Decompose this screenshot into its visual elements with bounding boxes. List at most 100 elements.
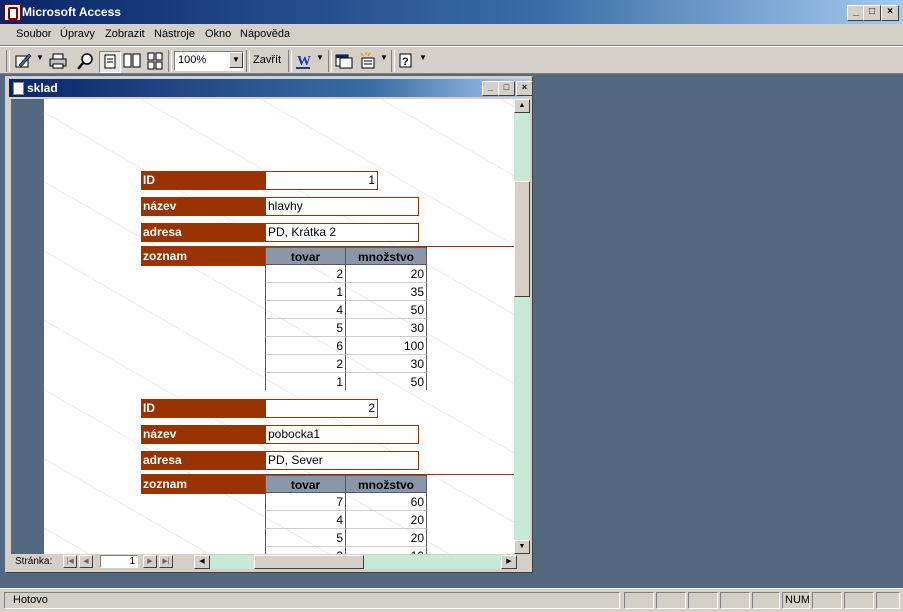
cell-tovar: 1	[265, 373, 346, 390]
subreport-items: tovar množstvo 760 420 520 310	[265, 475, 427, 554]
close-preview-button[interactable]: Zavřít	[253, 54, 281, 74]
new-object-dropdown-icon[interactable]: ▼	[380, 53, 388, 73]
toolbar-separator	[328, 50, 332, 72]
horizontal-scrollbar[interactable]: ◀ ▶	[194, 555, 517, 569]
child-maximize-button[interactable]: □	[498, 81, 515, 96]
close-button[interactable]: ×	[881, 5, 899, 21]
previous-page-icon[interactable]: ◀	[79, 555, 93, 568]
subreport-header-tovar: tovar	[265, 475, 346, 493]
field-value-name: pobocka1	[265, 425, 419, 444]
office-links-dropdown-icon[interactable]: ▼	[316, 53, 324, 73]
page-number-input[interactable]: 1	[100, 555, 138, 568]
cell-mnozstvo: 35	[346, 283, 427, 301]
field-value-id: 1	[265, 171, 378, 190]
vertical-scroll-thumb[interactable]	[514, 181, 530, 297]
subreport-row: 7 60	[265, 493, 427, 511]
cell-tovar: 1	[265, 283, 346, 301]
design-view-dropdown-icon[interactable]: ▼	[36, 53, 44, 73]
child-minimize-button[interactable]: _	[482, 81, 499, 96]
zoom-dropdown-icon[interactable]: ▼	[229, 52, 243, 68]
word-icon[interactable]: W	[294, 51, 314, 71]
cell-mnozstvo: 60	[346, 493, 427, 511]
help-dropdown-icon[interactable]: ▼	[419, 53, 427, 73]
field-label-list: zoznam	[141, 475, 265, 494]
multiple-pages-icon[interactable]	[145, 51, 165, 71]
cell-tovar: 5	[265, 529, 346, 547]
status-pane	[844, 592, 874, 609]
field-value-id: 2	[265, 399, 378, 418]
subreport-row: 6 100	[265, 337, 427, 355]
zoom-icon[interactable]	[76, 51, 96, 71]
database-window-icon[interactable]	[334, 51, 354, 71]
menu-napoveda[interactable]: Nápověda	[240, 28, 290, 40]
svg-text:W: W	[297, 54, 311, 69]
subreport-header-mnozstvo: množstvo	[345, 475, 427, 493]
status-pane	[752, 592, 780, 609]
cell-mnozstvo: 20	[346, 511, 427, 529]
cell-mnozstvo: 30	[346, 355, 427, 373]
zoom-value: 100%	[178, 54, 207, 66]
menu-soubor[interactable]: Soubor	[16, 28, 51, 40]
maximize-button[interactable]: □	[863, 5, 881, 21]
page-label: Stránka:	[15, 556, 53, 567]
menu-bar: Soubor Úpravy Zobrazit Nástroje Okno Náp…	[0, 24, 903, 46]
num-lock-indicator: NUM	[782, 592, 810, 609]
horizontal-scroll-thumb[interactable]	[254, 555, 364, 569]
two-pages-icon[interactable]	[122, 51, 142, 71]
scroll-up-icon[interactable]: ▲	[514, 99, 530, 113]
vertical-scrollbar[interactable]: ▲ ▼	[514, 99, 530, 554]
scroll-left-icon[interactable]: ◀	[194, 555, 210, 569]
report-page[interactable]: ID 1 název hlavhy adresa PD, Krátka 2 zo…	[44, 99, 514, 554]
report-window-title-bar[interactable]: sklad _ □ ×	[9, 79, 533, 97]
status-pane	[688, 592, 718, 609]
toolbar-separator	[246, 50, 250, 72]
help-icon[interactable]: ?	[397, 51, 417, 71]
menu-zobrazit[interactable]: Zobrazit	[105, 28, 145, 40]
field-label-address: adresa	[141, 451, 265, 470]
cell-tovar: 4	[265, 301, 346, 319]
menu-upravy[interactable]: Úpravy	[60, 28, 95, 40]
preview-margin	[11, 99, 44, 554]
field-label-list: zoznam	[141, 247, 265, 266]
report-window: sklad _ □ × ID 1 název hlavhy adresa PD,…	[5, 76, 533, 573]
scroll-right-icon[interactable]: ▶	[501, 555, 517, 569]
subreport-row: 4 20	[265, 511, 427, 529]
field-label-id: ID	[141, 171, 265, 190]
subreport-items: tovar množstvo 2 20 1 35 4 50 5 30 6 100 2 30 …	[265, 247, 427, 390]
status-text: Hotovo	[4, 592, 620, 609]
field-label-name: název	[141, 197, 265, 216]
status-pane	[720, 592, 750, 609]
cell-mnozstvo: 30	[346, 319, 427, 337]
next-page-icon[interactable]: ▶	[143, 555, 157, 568]
toolbar-separator	[288, 50, 292, 72]
print-icon[interactable]	[48, 51, 68, 71]
print-preview-toolbar: ▼ 100% ▼ Zavřít W ▼ ▼ ? ▼	[0, 46, 903, 74]
cell-tovar: 2	[265, 355, 346, 373]
app-title-bar[interactable]: Microsoft Access _ □ ×	[0, 0, 903, 24]
subreport-row: 1 50	[265, 373, 427, 390]
scroll-down-icon[interactable]: ▼	[514, 540, 530, 554]
cell-mnozstvo: 10	[346, 547, 427, 554]
app-title: Microsoft Access	[22, 5, 121, 19]
field-label-address: adresa	[141, 223, 265, 242]
cell-mnozstvo: 50	[346, 373, 427, 390]
last-page-icon[interactable]: ▶|	[159, 555, 173, 568]
new-object-icon[interactable]	[358, 51, 378, 71]
access-app-icon[interactable]	[4, 4, 21, 21]
toolbar-separator	[391, 50, 395, 72]
menu-okno[interactable]: Okno	[205, 28, 231, 40]
toolbar-separator	[168, 50, 172, 72]
status-pane	[624, 592, 654, 609]
subreport-row: 5 30	[265, 319, 427, 337]
menu-nastroje[interactable]: Nástroje	[154, 28, 195, 40]
zoom-combo[interactable]: 100% ▼	[174, 51, 244, 71]
status-pane	[656, 592, 686, 609]
subreport-row: 1 35	[265, 283, 427, 301]
design-view-icon[interactable]	[14, 51, 34, 71]
first-page-icon[interactable]: |◀	[63, 555, 77, 568]
subreport-row: 310	[265, 547, 427, 554]
cell-tovar: 3	[265, 547, 346, 554]
child-close-button[interactable]: ×	[516, 81, 533, 96]
cell-mnozstvo: 100	[346, 337, 427, 355]
one-page-icon[interactable]	[99, 51, 121, 73]
